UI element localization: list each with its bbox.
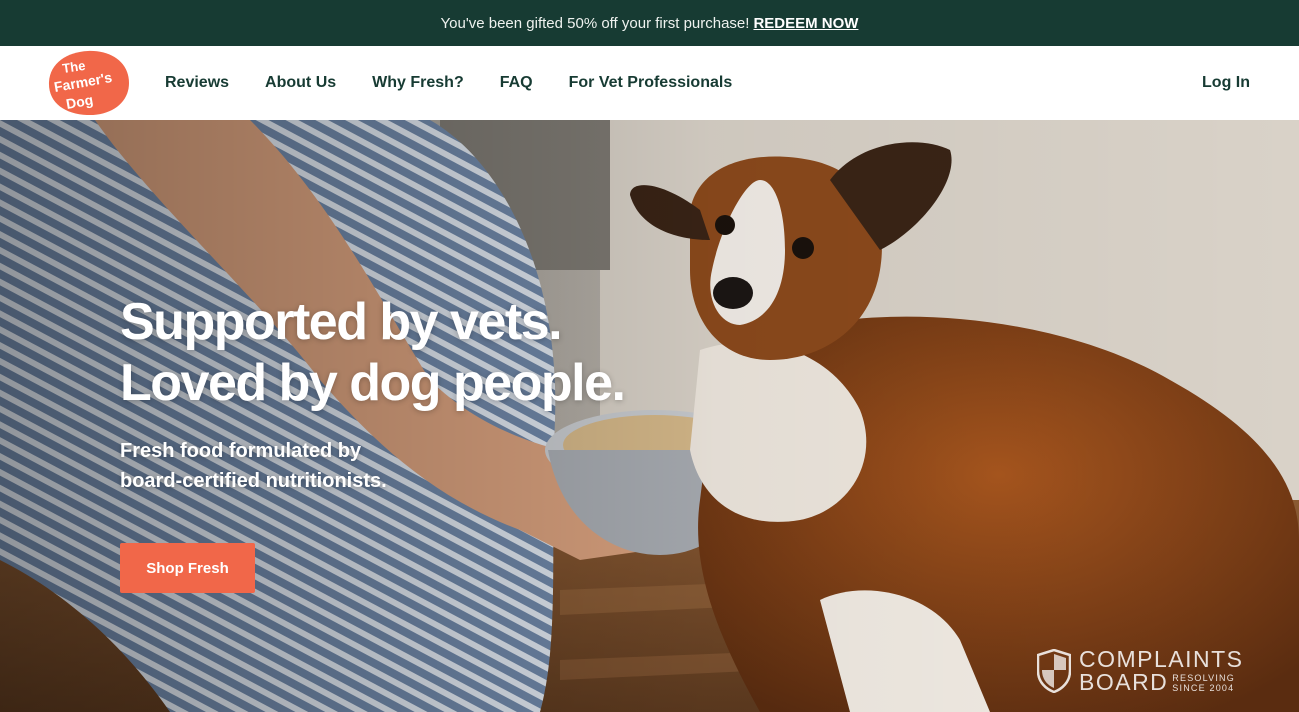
nav-item-why-fresh[interactable]: Why Fresh? (372, 74, 464, 92)
hero-headline-line2: Loved by dog people. (120, 354, 626, 412)
hero-photo (0, 120, 1299, 712)
nav-item-vet-professionals[interactable]: For Vet Professionals (569, 74, 733, 92)
login-link[interactable]: Log In (1202, 46, 1250, 120)
hero-subheadline-line1: Fresh food formulated by (120, 440, 362, 462)
hero-section: Supported by vets. Loved by dog people. … (0, 120, 1299, 712)
brand-logo[interactable]: The Farmer's Dog (47, 49, 130, 117)
watermark-text: COMPLAINTS BOARD RESOLVING SINCE 2004 (1079, 648, 1244, 694)
nav-item-about-us[interactable]: About Us (265, 74, 336, 92)
hero-headline-line1: Supported by vets. (120, 293, 563, 351)
main-nav: Reviews About Us Why Fresh? FAQ For Vet … (165, 46, 732, 120)
watermark-tag1: RESOLVING (1172, 672, 1235, 683)
watermark-line1: COMPLAINTS (1079, 646, 1244, 672)
hero-subheadline: Fresh food formulated by board-certified… (120, 436, 387, 496)
logo-badge-icon: The Farmer's Dog (48, 50, 129, 116)
watermark-tag2: SINCE 2004 (1172, 682, 1235, 693)
site-header: The Farmer's Dog Reviews About Us Why Fr… (0, 46, 1299, 120)
hero-subheadline-line2: board-certified nutritionists. (120, 470, 387, 492)
shop-fresh-button[interactable]: Shop Fresh (120, 543, 255, 593)
watermark-line2: BOARD (1079, 669, 1169, 695)
hero-headline: Supported by vets. Loved by dog people. (120, 292, 626, 414)
nav-item-reviews[interactable]: Reviews (165, 74, 229, 92)
redeem-now-link[interactable]: REDEEM NOW (753, 15, 858, 32)
promo-message: You've been gifted 50% off your first pu… (440, 14, 750, 32)
complaints-board-watermark: COMPLAINTS BOARD RESOLVING SINCE 2004 (1037, 648, 1251, 694)
promo-banner: You've been gifted 50% off your first pu… (0, 0, 1299, 46)
shield-icon (1037, 649, 1071, 693)
nav-item-faq[interactable]: FAQ (500, 74, 533, 92)
